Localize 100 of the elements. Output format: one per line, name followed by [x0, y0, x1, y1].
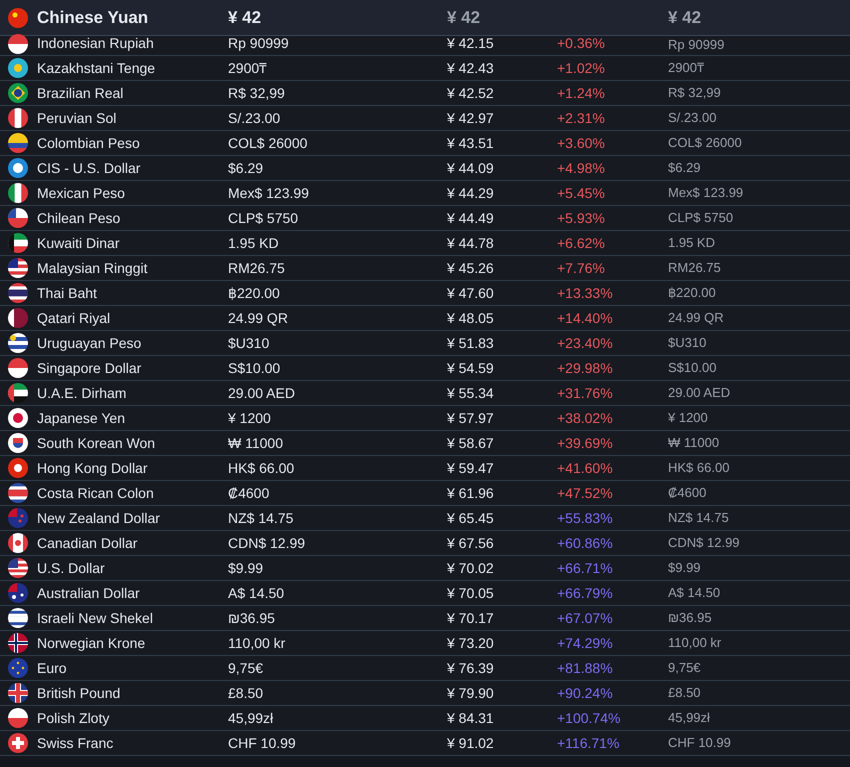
price-difference: +66.71%: [557, 558, 614, 578]
currency-name: CIS - U.S. Dollar: [37, 158, 140, 178]
flag-icon: [8, 133, 28, 153]
price-text: $9.99: [228, 558, 264, 578]
original-price: 9,75€: [668, 659, 701, 678]
currency-name: Euro: [37, 658, 67, 678]
flag-icon: [8, 583, 28, 603]
price-difference: +31.76%: [557, 384, 614, 402]
original-price: RM26.75: [668, 259, 721, 278]
price-text: ₩ 11000: [228, 434, 284, 452]
price-difference: +0.36%: [557, 34, 606, 53]
converted-price: ¥ 55.34: [447, 384, 495, 402]
price-text: RM26.75: [228, 258, 286, 278]
price-difference: +100.74%: [557, 708, 622, 728]
price-text: CHF 10.99: [228, 734, 297, 752]
flag-icon: [8, 183, 28, 203]
converted-price: ¥ 70.17: [447, 608, 495, 628]
price-text: ฿220.00: [228, 284, 281, 302]
original-price: ₩ 11000: [668, 434, 720, 452]
flag-icon: [8, 283, 28, 303]
price-difference: +55.83%: [557, 508, 614, 528]
price-text: R$ 32,99: [228, 84, 286, 102]
currency-name: U.S. Dollar: [37, 558, 105, 578]
currency-name: Malaysian Ringgit: [37, 258, 148, 278]
flag-icon: [8, 358, 28, 378]
price-text: A$ 14.50: [228, 584, 286, 602]
original-price: 24.99 QR: [668, 309, 724, 328]
price-difference: +60.86%: [557, 534, 614, 552]
currency-name: Kuwaiti Dinar: [37, 234, 120, 252]
converted-price: ¥ 42.15: [447, 34, 495, 53]
original-price: Mex$ 123.99: [668, 184, 744, 202]
flag-icon: [8, 258, 28, 278]
flag-icon: [8, 308, 28, 328]
converted-price: ¥ 44.29: [447, 184, 495, 202]
original-price: CHF 10.99: [668, 734, 731, 752]
price-text: S$10.00: [228, 358, 282, 378]
price-text: $6.29: [228, 158, 264, 178]
converted-price: ¥ 42: [447, 6, 482, 29]
flag-icon: [8, 83, 28, 103]
price-text: S/.23.00: [228, 108, 282, 128]
price-difference: +7.76%: [557, 258, 606, 278]
currency-name: Kazakhstani Tenge: [37, 58, 156, 78]
currency-name: Singapore Dollar: [37, 358, 142, 378]
price-difference: +5.93%: [557, 208, 606, 228]
original-price: S/.23.00: [668, 109, 716, 128]
original-price: R$ 32,99: [668, 84, 721, 102]
price-text: ₪36.95: [228, 608, 276, 628]
flag-icon: [8, 633, 28, 653]
flag-icon: [8, 58, 28, 78]
currency-name: Australian Dollar: [37, 584, 140, 602]
original-price: $9.99: [668, 559, 701, 578]
currency-name: South Korean Won: [37, 434, 156, 452]
converted-price: ¥ 44.49: [447, 208, 495, 228]
flag-icon: [8, 208, 28, 228]
currency-name: Qatari Riyal: [37, 308, 110, 328]
price-text: 24.99 QR: [228, 308, 289, 328]
converted-price: ¥ 70.02: [447, 558, 495, 578]
original-price: ฿220.00: [668, 284, 716, 302]
price-difference: +90.24%: [557, 684, 614, 702]
currency-name: Israeli New Shekel: [37, 608, 153, 628]
original-price: 29.00 AED: [668, 384, 730, 402]
original-price: ₪36.95: [668, 609, 712, 628]
currency-name: Thai Baht: [37, 284, 97, 302]
currency-name: Costa Rican Colon: [37, 484, 154, 502]
price-text: ¥ 42: [228, 6, 262, 29]
flag-icon: [8, 233, 28, 253]
converted-price: ¥ 79.90: [447, 684, 495, 702]
original-price: ¥ 1200: [668, 409, 708, 428]
currency-name: Peruvian Sol: [37, 108, 116, 128]
flag-icon: [8, 433, 28, 453]
original-price: $U310: [668, 334, 706, 352]
flag-icon: [8, 333, 28, 353]
converted-price: ¥ 43.51: [447, 134, 495, 152]
converted-price: ¥ 58.67: [447, 434, 495, 452]
currency-name: Chinese Yuan: [37, 6, 148, 29]
flag-icon: [8, 708, 28, 728]
original-price: S$10.00: [668, 359, 716, 378]
price-difference: +14.40%: [557, 308, 614, 328]
converted-price: ¥ 51.83: [447, 334, 495, 352]
currency-name: U.A.E. Dirham: [37, 384, 126, 402]
price-text: ₡4600: [228, 484, 270, 502]
price-text: 110,00 kr: [228, 634, 286, 652]
converted-price: ¥ 44.09: [447, 158, 495, 178]
original-price: NZ$ 14.75: [668, 509, 729, 528]
price-difference: +13.33%: [557, 284, 614, 302]
original-price: $6.29: [668, 159, 701, 178]
currency-name: Indonesian Rupiah: [37, 34, 154, 53]
price-text: Rp 90999: [228, 34, 290, 53]
original-price: Rp 90999: [668, 36, 724, 54]
original-price: COL$ 26000: [668, 134, 742, 152]
price-text: ¥ 1200: [228, 408, 272, 428]
converted-price: ¥ 61.96: [447, 484, 495, 502]
price-text: HK$ 66.00: [228, 458, 296, 478]
price-difference: +6.62%: [557, 234, 606, 252]
original-price: ₡4600: [668, 484, 706, 502]
flag-icon: [8, 658, 28, 678]
converted-price: ¥ 84.31: [447, 708, 495, 728]
flag-icon: [8, 383, 28, 403]
currency-name: Hong Kong Dollar: [37, 458, 148, 478]
currency-name: Uruguayan Peso: [37, 334, 142, 353]
